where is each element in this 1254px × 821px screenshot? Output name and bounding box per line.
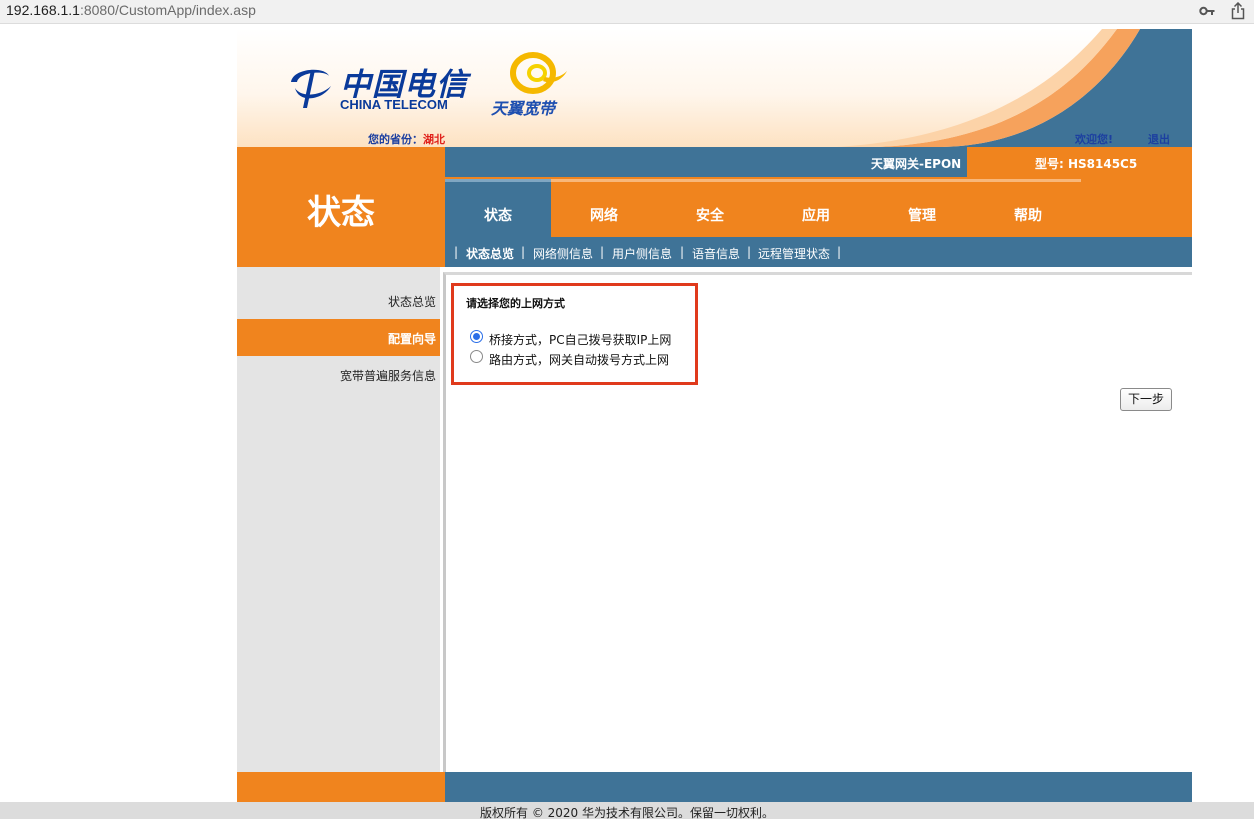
subnav-user-info[interactable]: 用户侧信息 xyxy=(612,245,672,262)
radio-bridge-mode-label[interactable]: 桥接方式，PC自己拨号获取IP上网 xyxy=(489,331,671,348)
tab-application[interactable]: 应用 xyxy=(763,179,869,237)
tab-network[interactable]: 网络 xyxy=(551,179,657,237)
sidebar-item-broadband-service-info[interactable]: 宽带普遍服务信息 xyxy=(237,356,440,393)
subnav-status-overview[interactable]: 状态总览 xyxy=(466,245,514,262)
browser-address-bar[interactable]: 192.168.1.1:8080/CustomApp/index.asp xyxy=(0,0,1254,24)
next-step-button[interactable]: 下一步 xyxy=(1120,388,1172,411)
wizard-title: 请选择您的上网方式 xyxy=(466,297,565,310)
model-number: 型号: HS8145C5 xyxy=(1035,157,1138,171)
tab-management[interactable]: 管理 xyxy=(869,179,975,237)
china-telecom-logo-icon xyxy=(291,69,331,108)
tianyi-logo-icon xyxy=(510,52,567,94)
radio-bridge-mode[interactable] xyxy=(470,330,483,343)
logout-link[interactable]: 退出 xyxy=(1148,131,1170,147)
welcome-text: 欢迎您! xyxy=(1075,133,1114,146)
subnav-network-info[interactable]: 网络侧信息 xyxy=(533,245,593,262)
sidebar-item-config-wizard[interactable]: 配置向导 xyxy=(237,319,440,356)
subnav-separator: | xyxy=(521,245,526,259)
url-text[interactable]: 192.168.1.1:8080/CustomApp/index.asp xyxy=(6,2,256,18)
tab-status[interactable]: 状态 xyxy=(445,179,551,237)
share-icon[interactable] xyxy=(1231,2,1245,20)
sidebar-item-status-overview[interactable]: 状态总览 xyxy=(237,282,440,319)
url-host: 192.168.1.1 xyxy=(6,2,80,18)
subnav-separator: | xyxy=(600,245,605,259)
page-title: 状态 xyxy=(307,193,375,233)
province-label: 您的省份： xyxy=(368,133,423,146)
url-path: :8080/CustomApp/index.asp xyxy=(79,2,256,18)
tab-security[interactable]: 安全 xyxy=(657,179,763,237)
subnav-remote-mgmt-status[interactable]: 远程管理状态 xyxy=(758,245,830,262)
key-icon[interactable] xyxy=(1199,4,1215,18)
footer-right-block xyxy=(445,772,1192,802)
subnav-separator: | xyxy=(747,245,752,259)
province-value: 湖北 xyxy=(423,133,445,146)
subnav-voice-info[interactable]: 语音信息 xyxy=(692,245,740,262)
section-title-block: 状态 xyxy=(237,147,445,267)
province-info: 您的省份：湖北 xyxy=(368,131,445,147)
copyright-text: 版权所有 © 2020 华为技术有限公司。保留一切权利。 xyxy=(480,806,774,820)
tab-help[interactable]: 帮助 xyxy=(975,179,1081,237)
subnav-separator: | xyxy=(454,245,459,259)
radio-route-mode[interactable] xyxy=(470,350,483,363)
tianyi-broadband-text: 天翼宽带 xyxy=(491,99,556,118)
subnav-separator: | xyxy=(837,245,842,259)
subnav-separator: | xyxy=(680,245,685,259)
radio-route-mode-label[interactable]: 路由方式，网关自动拨号方式上网 xyxy=(489,351,669,368)
gateway-name: 天翼网关-EPON xyxy=(871,157,962,171)
logo-english: CHINA TELECOM xyxy=(340,97,448,112)
footer-left-block xyxy=(237,772,445,802)
